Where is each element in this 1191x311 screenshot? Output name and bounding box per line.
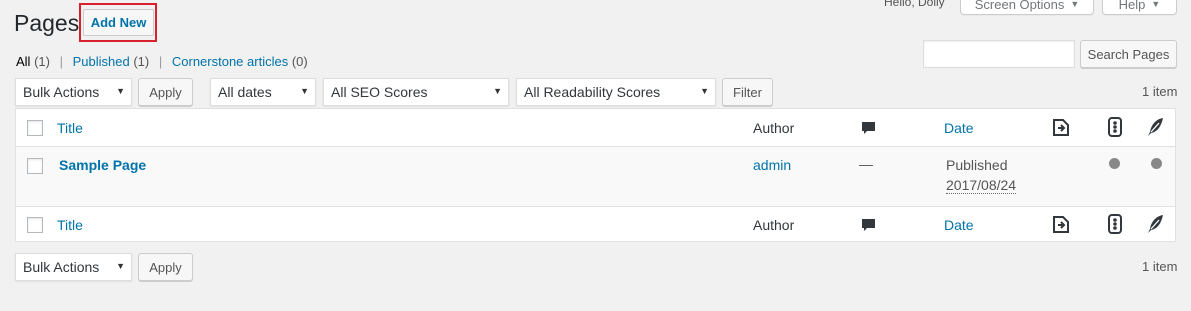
status-filter-links: All (1) | Published (1) | Cornerstone ar… [16, 54, 308, 69]
bulk-actions-value: Bulk Actions [23, 84, 100, 100]
select-all-checkbox-bottom[interactable] [27, 217, 43, 233]
apply-button-bottom[interactable]: Apply [138, 253, 193, 281]
column-date-footer[interactable]: Date [944, 217, 974, 233]
select-all-checkbox-top[interactable] [27, 120, 43, 136]
dropdown-arrow-icon: ▼ [493, 86, 502, 96]
readability-score-dot-icon [1151, 158, 1162, 169]
dates-value: All dates [218, 84, 272, 100]
separator: | [59, 54, 63, 69]
apply-button-top[interactable]: Apply [138, 78, 193, 106]
column-author-header: Author [753, 120, 795, 136]
filter-all-count: (1) [34, 54, 50, 69]
column-date-header[interactable]: Date [944, 120, 974, 136]
pages-table: Title Author Date Sample Page admin — Pu… [15, 108, 1176, 242]
row-title-link[interactable]: Sample Page [59, 157, 146, 173]
column-title-footer[interactable]: Title [57, 217, 83, 233]
filter-button[interactable]: Filter [722, 78, 773, 106]
row-comments: — [859, 156, 873, 172]
dropdown-arrow-icon: ▼ [700, 86, 709, 96]
dropdown-arrow-icon: ▼ [116, 86, 125, 96]
help-button[interactable]: Help ▼ [1102, 0, 1177, 15]
divider [16, 206, 1175, 207]
search-pages-button[interactable]: Search Pages [1080, 40, 1177, 68]
bulk-actions-select-top[interactable]: Bulk Actions ▼ [15, 78, 132, 106]
separator: | [158, 54, 163, 69]
table-row: Sample Page admin — Published 2017/08/24 [16, 147, 1175, 206]
seo-score-dot-icon [1109, 158, 1120, 169]
bulk-actions-value: Bulk Actions [23, 259, 100, 275]
row-date: 2017/08/24 [946, 177, 1017, 194]
readability-scores-select[interactable]: All Readability Scores ▼ [516, 78, 716, 106]
add-new-button[interactable]: Add New [83, 9, 154, 36]
column-author-footer: Author [753, 217, 795, 233]
filter-cornerstone[interactable]: Cornerstone articles [172, 54, 288, 69]
row-author-link[interactable]: admin [753, 157, 791, 173]
filter-cornerstone-count: (0) [291, 54, 308, 69]
filter-published[interactable]: Published [73, 54, 130, 69]
filter-published-count: (1) [133, 54, 150, 69]
screen-options-button[interactable]: Screen Options ▼ [960, 0, 1094, 15]
dropdown-arrow-icon: ▼ [300, 86, 309, 96]
bulk-actions-select-bottom[interactable]: Bulk Actions ▼ [15, 253, 132, 281]
help-label: Help [1118, 0, 1146, 12]
links-count-icon [1051, 214, 1073, 237]
row-checkbox[interactable] [27, 158, 43, 174]
readability-feather-icon [1147, 117, 1165, 140]
readability-feather-icon [1147, 214, 1165, 237]
screen-options-label: Screen Options [974, 0, 1065, 12]
page-title: Pages [14, 10, 80, 36]
column-title-header[interactable]: Title [57, 120, 83, 136]
links-count-icon [1051, 117, 1073, 140]
items-count-bottom: 1 item [1142, 259, 1178, 274]
comment-bubble-icon[interactable] [861, 121, 876, 139]
row-status: Published [946, 157, 1008, 173]
seo-score-icon [1107, 117, 1123, 140]
seo-scores-value: All SEO Scores [331, 84, 428, 100]
items-count-top: 1 item [1142, 84, 1178, 99]
readability-scores-value: All Readability Scores [524, 84, 661, 100]
comment-bubble-icon[interactable] [861, 218, 876, 236]
dropdown-arrow-icon: ▼ [116, 261, 125, 271]
filter-all[interactable]: All [16, 54, 30, 69]
greeting-text: Hello, Dolly [884, 0, 945, 9]
caret-down-icon: ▼ [1151, 0, 1161, 9]
dates-select[interactable]: All dates ▼ [210, 78, 316, 106]
seo-score-icon [1107, 214, 1123, 237]
seo-scores-select[interactable]: All SEO Scores ▼ [323, 78, 509, 106]
caret-down-icon: ▼ [1070, 0, 1080, 9]
search-input[interactable] [923, 40, 1075, 68]
